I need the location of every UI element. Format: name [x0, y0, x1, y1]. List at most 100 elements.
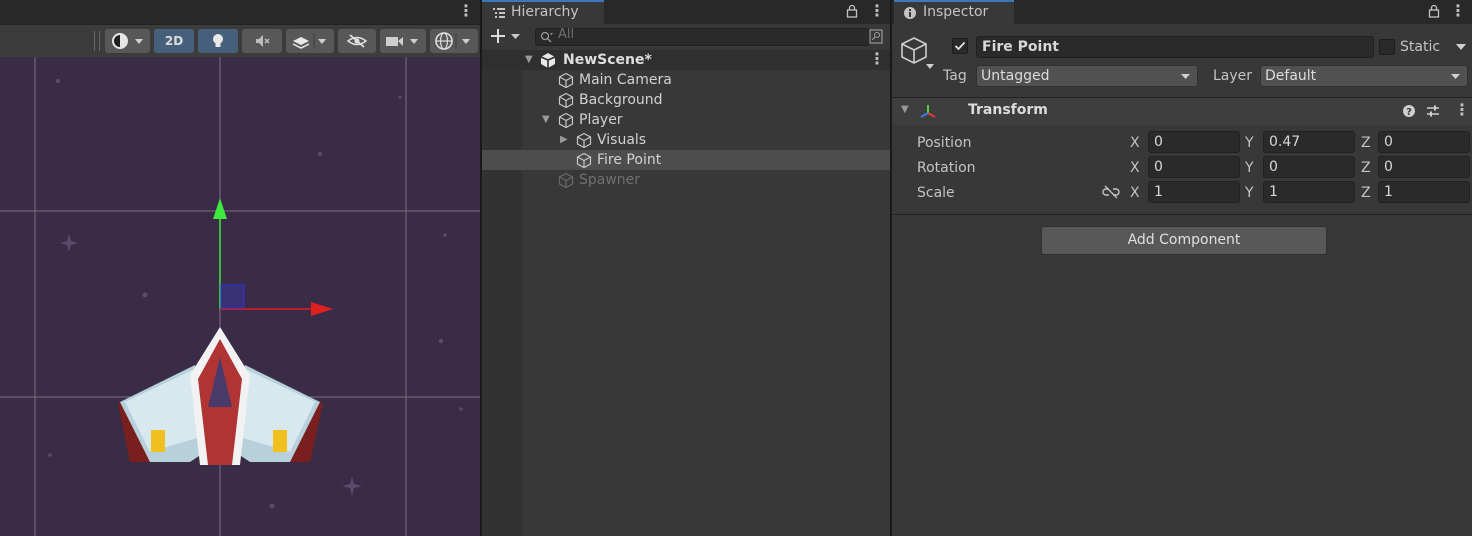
foldout-arrow-icon[interactable]: ▼: [901, 104, 909, 115]
inspector-tab[interactable]: Inspector: [894, 0, 1014, 25]
panel-splitter[interactable]: [480, 0, 482, 536]
scene-root-row[interactable]: ▼ NewScene* ⋮: [482, 49, 890, 70]
search-scene-icon[interactable]: [869, 29, 883, 45]
gameobject-cube-icon: [576, 132, 592, 148]
constrain-proportions-icon[interactable]: [1102, 185, 1120, 199]
inspector-tab-label: Inspector: [923, 4, 989, 20]
gameobject-cube-icon: [558, 172, 574, 188]
expand-arrow-icon[interactable]: ▶: [560, 130, 572, 150]
inspector-tab-bar: Inspector ⋮: [892, 0, 1472, 25]
axis-x-label[interactable]: X: [1130, 158, 1140, 178]
hierarchy-item-label: Fire Point: [597, 152, 662, 168]
rotation-y-field[interactable]: 0: [1263, 156, 1355, 178]
axis-y-label[interactable]: Y: [1245, 183, 1254, 203]
lighting-toggle-button[interactable]: [198, 29, 238, 53]
rotation-z-field[interactable]: 0: [1378, 156, 1470, 178]
axis-y-label[interactable]: Y: [1245, 158, 1254, 178]
scale-y-field[interactable]: 1: [1263, 181, 1355, 203]
list-icon: [493, 8, 505, 18]
position-z-field[interactable]: 0: [1378, 131, 1470, 153]
position-x-value: 0: [1154, 134, 1163, 150]
panel-splitter[interactable]: [890, 0, 892, 536]
rotation-z-value: 0: [1384, 159, 1393, 175]
axis-z-label[interactable]: Z: [1361, 183, 1371, 203]
position-x-field[interactable]: 0: [1148, 131, 1240, 153]
plus-dropdown-icon: [491, 29, 520, 43]
hierarchy-item-main-camera[interactable]: Main Camera: [482, 70, 890, 90]
layer-dropdown[interactable]: Default: [1260, 65, 1468, 87]
gameobject-large-icon[interactable]: [900, 36, 936, 72]
help-icon[interactable]: ?: [1402, 104, 1416, 118]
gizmos-button[interactable]: [430, 29, 478, 53]
gameobject-cube-icon: [558, 112, 574, 128]
hierarchy-item-label: Visuals: [597, 132, 647, 148]
scene-visibility-button[interactable]: [338, 29, 376, 53]
hierarchy-more-icon[interactable]: ⋮: [869, 1, 885, 20]
circle-shading-icon: [111, 33, 143, 49]
gizmo-x-arrow[interactable]: [311, 302, 333, 316]
object-name-text: Fire Point: [982, 39, 1059, 55]
scene-viewport[interactable]: [0, 57, 480, 536]
gameobject-cube-icon: [558, 72, 574, 88]
shading-mode-button[interactable]: [105, 29, 150, 53]
gizmo-xy-plane-handle[interactable]: [220, 284, 245, 309]
axis-x-label[interactable]: X: [1130, 183, 1140, 203]
hierarchy-item-player[interactable]: ▼ Player: [482, 110, 890, 130]
create-button[interactable]: [489, 26, 525, 46]
hierarchy-tab[interactable]: Hierarchy: [482, 0, 604, 25]
add-component-button[interactable]: Add Component: [1041, 226, 1327, 255]
scene-camera-button[interactable]: [380, 29, 426, 53]
inspector-more-icon[interactable]: ⋮: [1450, 1, 1466, 20]
preset-sliders-icon[interactable]: [1426, 104, 1440, 118]
scale-x-field[interactable]: 1: [1148, 181, 1240, 203]
axis-z-label[interactable]: Z: [1361, 158, 1371, 178]
audio-toggle-button[interactable]: [242, 29, 282, 53]
rotation-label: Rotation: [917, 160, 976, 176]
rotation-x-field[interactable]: 0: [1148, 156, 1240, 178]
active-checkbox[interactable]: [952, 38, 968, 54]
tag-value: Untagged: [981, 68, 1050, 84]
scale-y-value: 1: [1269, 184, 1278, 200]
position-y-field[interactable]: 0.47: [1263, 131, 1355, 153]
static-checkbox[interactable]: [1379, 39, 1395, 55]
axis-z-label[interactable]: Z: [1361, 133, 1371, 153]
transform-header[interactable]: ▼ Transform ? ⋮: [892, 98, 1472, 125]
chevron-down-icon[interactable]: [1455, 42, 1467, 52]
scene-canvas[interactable]: [0, 57, 480, 536]
scale-x-value: 1: [1154, 184, 1163, 200]
scale-label: Scale: [917, 185, 955, 201]
collapse-arrow-icon[interactable]: ▼: [542, 110, 554, 130]
hierarchy-item-fire-point[interactable]: Fire Point: [482, 150, 890, 170]
tag-dropdown[interactable]: Untagged: [976, 65, 1198, 87]
info-icon: [904, 7, 916, 19]
axis-x-label[interactable]: X: [1130, 133, 1140, 153]
hierarchy-item-label: Spawner: [579, 172, 641, 188]
collapse-arrow-icon[interactable]: ▼: [525, 50, 537, 70]
hierarchy-search-field[interactable]: All: [535, 27, 870, 46]
gizmo-y-arrow[interactable]: [213, 198, 227, 219]
lock-icon[interactable]: [846, 4, 858, 18]
player-ship-sprite[interactable]: [118, 327, 323, 465]
eye-slash-icon: [346, 34, 368, 48]
scene-view-panel: ⋮ 2D: [0, 0, 480, 536]
scale-z-value: 1: [1384, 184, 1393, 200]
axis-y-label[interactable]: Y: [1245, 133, 1254, 153]
scale-z-field[interactable]: 1: [1378, 181, 1470, 203]
effects-button[interactable]: [286, 29, 334, 53]
lock-icon[interactable]: [1428, 4, 1440, 18]
rotation-x-value: 0: [1154, 159, 1163, 175]
video-camera-icon: [386, 37, 418, 46]
position-label: Position: [917, 135, 972, 151]
hierarchy-item-spawner[interactable]: Spawner: [482, 170, 890, 190]
component-more-icon[interactable]: ⋮: [1454, 100, 1470, 119]
hierarchy-item-background[interactable]: Background: [482, 90, 890, 110]
2d-mode-button[interactable]: 2D: [154, 29, 194, 53]
toolbar-grip[interactable]: [94, 31, 100, 51]
checkmark-icon: [954, 41, 966, 51]
object-name-field[interactable]: Fire Point: [976, 36, 1374, 58]
move-gizmo[interactable]: [213, 198, 333, 316]
static-label: Static: [1400, 39, 1441, 55]
scene-more-icon[interactable]: ⋮: [458, 1, 474, 20]
hierarchy-item-visuals[interactable]: ▶ Visuals: [482, 130, 890, 150]
scene-more-icon[interactable]: ⋮: [869, 49, 885, 69]
